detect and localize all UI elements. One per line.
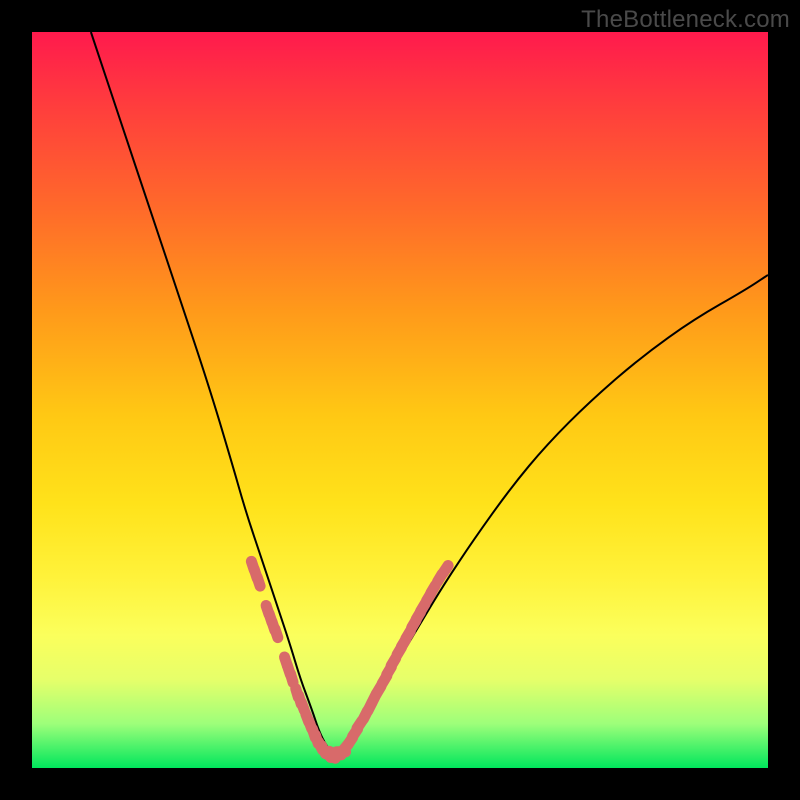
- bottleneck-curve: [91, 32, 768, 755]
- curve-layer: [32, 32, 768, 768]
- marker-group: [244, 554, 455, 766]
- chart-frame: TheBottleneck.com: [0, 0, 800, 800]
- watermark-label: TheBottleneck.com: [581, 6, 790, 34]
- plot-area: [32, 32, 768, 768]
